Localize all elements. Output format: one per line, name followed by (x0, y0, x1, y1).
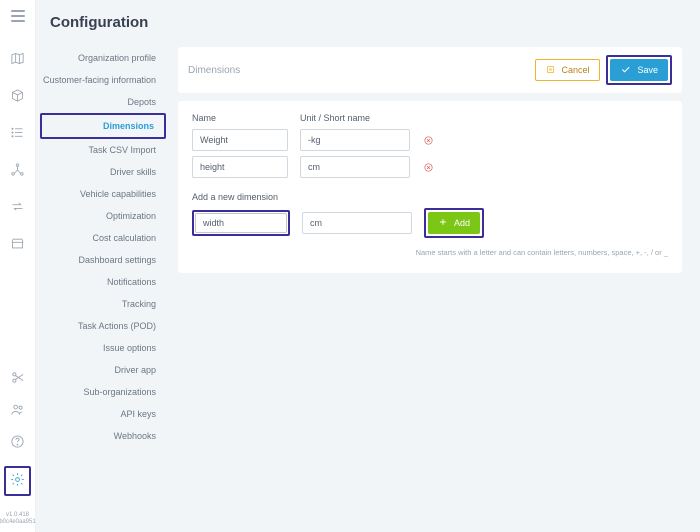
sidebar-item-tracking[interactable]: Tracking (36, 293, 170, 315)
check-icon (620, 64, 631, 77)
sidebar-item-organization-profile[interactable]: Organization profile (36, 47, 170, 69)
sidebar-item-cost[interactable]: Cost calculation (36, 227, 170, 249)
card: Name Unit / Short name Add a new dimensi… (178, 101, 682, 273)
sidebar-item-task-csv[interactable]: Task CSV Import (36, 139, 170, 161)
version-info: v1.0.418 b0c4e0aa951 (0, 512, 36, 526)
sidebar-highlight: Dimensions (40, 113, 166, 139)
sidebar-item-customer-facing[interactable]: Customer-facing information (36, 69, 170, 91)
sidebar-item-pod[interactable]: Task Actions (POD) (36, 315, 170, 337)
add-dimension-label: Add a new dimension (192, 192, 668, 202)
dimension-unit-input[interactable] (300, 129, 410, 151)
nav-rail: v1.0.418 b0c4e0aa951 (0, 0, 36, 532)
sidebar-item-dimensions[interactable]: Dimensions (42, 115, 164, 137)
col-name-header: Name (192, 113, 288, 123)
sidebar-item-depots[interactable]: Depots (36, 91, 170, 113)
settings-sidebar: Organization profile Customer-facing inf… (36, 41, 170, 532)
page-title: Configuration (36, 0, 700, 41)
cancel-button[interactable]: Cancel (535, 59, 600, 81)
action-bar: Dimensions Cancel Save (178, 47, 682, 93)
cancel-label: Cancel (561, 65, 589, 75)
sidebar-item-notifications[interactable]: Notifications (36, 271, 170, 293)
sidebar-item-api[interactable]: API keys (36, 403, 170, 425)
list-icon[interactable] (10, 125, 25, 143)
store-icon[interactable] (10, 236, 25, 254)
delete-icon[interactable] (422, 134, 434, 146)
users-icon[interactable] (10, 402, 25, 420)
transfer-icon[interactable] (10, 199, 25, 217)
panel: Dimensions Cancel Save Name (170, 41, 700, 532)
sidebar-item-driver-skills[interactable]: Driver skills (36, 161, 170, 183)
save-button[interactable]: Save (610, 59, 668, 81)
add-button-highlight: Add (424, 208, 484, 238)
sidebar-item-driver-app[interactable]: Driver app (36, 359, 170, 381)
col-unit-header: Unit / Short name (300, 113, 410, 123)
save-label: Save (637, 65, 658, 75)
menu-icon[interactable] (11, 10, 25, 22)
plus-icon (438, 217, 448, 229)
dimension-name-input[interactable] (192, 129, 288, 151)
main: Configuration Organization profile Custo… (36, 0, 700, 532)
gear-icon-highlight (4, 466, 31, 496)
sidebar-item-suborg[interactable]: Sub-organizations (36, 381, 170, 403)
package-icon[interactable] (10, 88, 25, 106)
sidebar-item-webhooks[interactable]: Webhooks (36, 425, 170, 447)
cancel-icon (546, 65, 555, 76)
hint-text: Name starts with a letter and can contai… (192, 248, 668, 257)
scissors-icon[interactable] (10, 370, 25, 388)
network-icon[interactable] (10, 162, 25, 180)
sidebar-item-issue[interactable]: Issue options (36, 337, 170, 359)
add-row: Add (192, 208, 668, 238)
version-number: v1.0.418 (0, 512, 36, 519)
sidebar-item-optimization[interactable]: Optimization (36, 205, 170, 227)
new-unit-input[interactable] (302, 212, 412, 234)
dimension-row (192, 156, 668, 178)
gear-icon[interactable] (10, 479, 25, 490)
help-icon[interactable] (10, 434, 25, 452)
save-highlight: Save (606, 55, 672, 85)
sidebar-item-dashboard[interactable]: Dashboard settings (36, 249, 170, 271)
add-label: Add (454, 218, 470, 228)
sidebar-item-vehicle-cap[interactable]: Vehicle capabilities (36, 183, 170, 205)
build-hash: b0c4e0aa951 (0, 519, 36, 526)
add-button[interactable]: Add (428, 212, 480, 234)
dimension-row (192, 129, 668, 151)
dimension-unit-input[interactable] (300, 156, 410, 178)
panel-title: Dimensions (188, 65, 535, 76)
delete-icon[interactable] (422, 161, 434, 173)
name-input-highlight (192, 210, 290, 236)
map-icon[interactable] (10, 51, 25, 69)
new-name-input[interactable] (195, 213, 287, 233)
dimension-name-input[interactable] (192, 156, 288, 178)
